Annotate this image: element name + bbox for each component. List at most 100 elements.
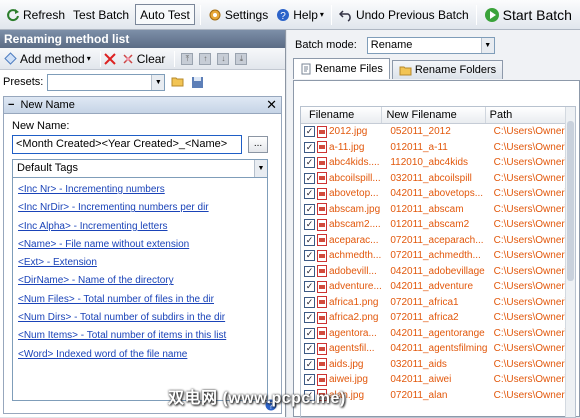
batch-mode-label: Batch mode: <box>295 39 357 51</box>
row-checkbox[interactable]: ✓ <box>304 203 315 215</box>
table-row[interactable]: ✓ abcoilspill... 032011_abcoilspill C:\User… <box>301 171 575 187</box>
tag-link[interactable]: <Num Files> - Total number of files in t… <box>18 291 267 309</box>
tab-rename-files[interactable]: Rename Files <box>293 58 390 79</box>
tag-link[interactable]: <Num Items> - Total number of items in t… <box>18 327 267 345</box>
start-batch-button[interactable]: Start Batch <box>480 3 576 27</box>
tab-rename-folders[interactable]: Rename Folders <box>391 60 504 79</box>
path-cell: C:\Users\Owner\ <box>493 296 568 308</box>
row-checkbox[interactable]: ✓ <box>304 141 315 153</box>
move-down-icon[interactable]: ↓ <box>217 52 230 65</box>
play-icon <box>484 7 499 22</box>
new-name-section-header[interactable]: − New Name ✕ <box>3 96 282 114</box>
table-row[interactable]: ✓ aceparac... 072011_aceparach... C:\Users\… <box>301 233 575 249</box>
help-button[interactable]: ? Help ▾ <box>272 3 328 27</box>
row-checkbox[interactable]: ✓ <box>304 126 315 138</box>
close-icon[interactable]: ✕ <box>266 97 277 113</box>
chevron-down-icon: ▼ <box>480 37 494 53</box>
move-bottom-icon[interactable]: ⤓ <box>235 52 248 65</box>
delete-icon[interactable] <box>104 52 116 65</box>
table-row[interactable]: ✓ abscam2.... 012011_abscam2 C:\Users\Owner… <box>301 217 575 233</box>
filename-text: abscam.jpg <box>329 203 381 215</box>
presets-dropdown[interactable]: ▼ <box>47 73 166 91</box>
save-preset-icon[interactable] <box>191 76 204 89</box>
table-row[interactable]: ✓ abovetop... 042011_abovetops... C:\Users\… <box>301 186 575 202</box>
filename-text: 2012.jpg <box>329 126 368 138</box>
path-cell: C:\Users\Owner\ <box>493 219 568 231</box>
browse-button[interactable]: ... <box>248 136 268 153</box>
tag-link[interactable]: <Inc Alpha> - Incrementing letters <box>18 218 267 236</box>
move-up-icon[interactable]: ↑ <box>199 52 212 65</box>
filename-cell: ✓ africa1.png <box>301 296 386 309</box>
table-row[interactable]: ✓ abscam.jpg 012011_abscam C:\Users\Owner\ <box>301 202 575 218</box>
table-row[interactable]: ✓ abc4kids.... 112010_abc4kids C:\Users\Own… <box>301 155 575 171</box>
table-row[interactable]: ✓ a-11.jpg 012011_a-11 C:\Users\Owner\ <box>301 140 575 156</box>
row-checkbox[interactable]: ✓ <box>304 219 315 231</box>
table-row[interactable]: ✓ 2012.jpg 052011_2012 C:\Users\Owner\ <box>301 124 575 140</box>
row-checkbox[interactable]: ✓ <box>304 312 315 324</box>
test-batch-button[interactable]: Test Batch <box>69 3 133 27</box>
table-row[interactable]: ✓ achmedth... 072011_achmedth... C:\Users\O… <box>301 248 575 264</box>
row-checkbox[interactable]: ✓ <box>304 358 315 370</box>
new-filename-cell: 012011_a-11 <box>390 141 448 153</box>
row-checkbox[interactable]: ✓ <box>304 265 315 277</box>
path-cell: C:\Users\Owner\ <box>493 141 568 153</box>
tag-link[interactable]: <Word> Indexed word of the file name <box>18 346 267 364</box>
move-top-icon[interactable]: ⤒ <box>181 52 194 65</box>
tag-link[interactable]: <DirName> - Name of the directory <box>18 272 267 290</box>
tags-links: <Inc Nr> - Incrementing numbers <Inc NrDi… <box>13 178 267 364</box>
row-checkbox[interactable]: ✓ <box>304 157 315 169</box>
undo-batch-button[interactable]: Undo Previous Batch <box>335 3 473 27</box>
path-cell: C:\Users\Owner\ <box>493 203 568 215</box>
table-row[interactable]: ✓ agentora... 042011_agentorange C:\Users\O… <box>301 326 575 342</box>
row-checkbox[interactable]: ✓ <box>304 172 315 184</box>
row-checkbox[interactable]: ✓ <box>304 343 315 355</box>
table-row[interactable]: ✓ adobevill... 042011_adobevillage C:\Users… <box>301 264 575 280</box>
settings-icon <box>209 9 221 20</box>
table-row[interactable]: ✓ africa1.png 072011_africa1 C:\Users\Owner… <box>301 295 575 311</box>
column-new-filename[interactable]: New Filename <box>382 107 486 123</box>
row-checkbox[interactable]: ✓ <box>304 234 315 246</box>
new-name-options: New Name: <Month Created><Year Created>_… <box>3 114 282 414</box>
new-name-input[interactable]: <Month Created><Year Created>_<Name> <box>12 135 242 154</box>
batch-mode-dropdown[interactable]: Rename ▼ <box>366 36 495 54</box>
filename-text: agentsfil... <box>329 343 375 355</box>
auto-test-button[interactable]: Auto Test <box>135 4 195 25</box>
table-row[interactable]: ✓ africa2.png 072011_africa2 C:\Users\Owner… <box>301 310 575 326</box>
add-method-button[interactable]: Add method ▾ <box>4 52 91 66</box>
tags-dropdown[interactable]: Default Tags ▼ <box>13 160 267 178</box>
open-folder-icon[interactable] <box>171 76 185 88</box>
table-row[interactable]: ✓ agentsfil... 042011_agentsfilming C:\User… <box>301 341 575 357</box>
tag-link[interactable]: <Inc Nr> - Incrementing numbers <box>18 181 267 199</box>
column-path[interactable]: Path <box>486 107 575 123</box>
collapse-icon[interactable]: − <box>8 99 14 111</box>
row-checkbox[interactable]: ✓ <box>304 327 315 339</box>
row-checkbox[interactable]: ✓ <box>304 250 315 262</box>
folder-icon <box>399 66 412 75</box>
row-checkbox[interactable]: ✓ <box>304 296 315 308</box>
filename-text: abovetop... <box>329 188 379 200</box>
row-checkbox[interactable]: ✓ <box>304 188 315 200</box>
clear-button[interactable]: Clear <box>122 51 166 66</box>
tag-link[interactable]: <Name> - File name without extension <box>18 236 267 254</box>
tag-link[interactable]: <Num Dirs> - Total number of subdirs in … <box>18 309 267 327</box>
tags-list: Default Tags ▼ <Inc Nr> - Incrementing n… <box>12 159 268 401</box>
new-filename-cell: 072011_africa1 <box>390 296 459 308</box>
vertical-scrollbar[interactable] <box>565 107 575 417</box>
refresh-button[interactable]: Refresh <box>2 3 69 27</box>
file-area: Filename New Filename Path ✓ 2012.jpg 0520… <box>293 80 580 418</box>
clear-label: Clear <box>136 51 166 66</box>
settings-button[interactable]: Settings <box>204 3 272 27</box>
image-file-icon <box>317 327 327 340</box>
filename-text: aids.jpg <box>329 358 364 370</box>
panel-title: Renaming method list <box>0 30 285 48</box>
table-row[interactable]: ✓ adventure... 042011_adventure C:\Users\Ow… <box>301 279 575 295</box>
image-file-icon <box>317 218 327 231</box>
row-checkbox[interactable]: ✓ <box>304 281 315 293</box>
tag-link[interactable]: <Ext> - Extension <box>18 254 267 272</box>
filename-text: africa1.png <box>329 296 379 308</box>
table-row[interactable]: ✓ aids.jpg 032011_aids C:\Users\Owner\ <box>301 357 575 373</box>
column-filename[interactable]: Filename <box>301 107 383 123</box>
tag-link[interactable]: <Inc NrDir> - Incrementing numbers per d… <box>18 199 267 217</box>
scrollbar-thumb[interactable] <box>567 121 574 281</box>
image-file-icon <box>317 187 327 200</box>
